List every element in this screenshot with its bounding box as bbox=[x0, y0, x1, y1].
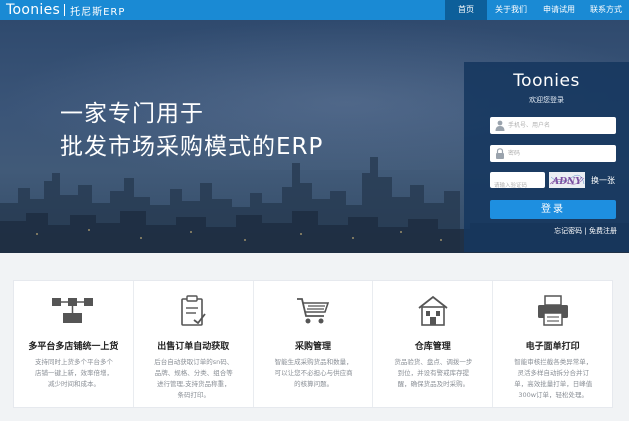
username-input[interactable] bbox=[508, 117, 614, 134]
hero-banner: 一家专门用于 批发市场采购模式的ERP Toonies 欢迎您登录 手机号、用户… bbox=[0, 20, 629, 253]
nav-home[interactable]: 首页 bbox=[445, 0, 487, 20]
forgot-password-link[interactable]: 忘记密码 bbox=[554, 227, 582, 235]
warehouse-icon bbox=[418, 295, 448, 326]
feature-description: 后台自动获取订单的sn码、品牌、规格、分类、组合等进行管理,支持货品称重，条码打… bbox=[154, 358, 234, 399]
register-link[interactable]: 免费注册 bbox=[589, 227, 617, 235]
feature-description: 支持同时上货多个平台多个店铺一键上新，效率倍增，减少时间和成本。 bbox=[35, 358, 113, 388]
feature-title: 仓库管理 bbox=[414, 342, 451, 352]
user-icon bbox=[495, 120, 505, 131]
username-field[interactable] bbox=[490, 117, 616, 134]
refresh-captcha-link[interactable]: 换一张 bbox=[591, 175, 615, 186]
link-separator: | bbox=[584, 227, 587, 235]
captcha-text: ADNY bbox=[551, 177, 583, 187]
logo-subtitle: 托尼斯ERP bbox=[70, 6, 126, 18]
password-field[interactable] bbox=[490, 145, 616, 162]
feature-cards: 多平台多店铺统一上货 支持同时上货多个平台多个店铺一键上新，效率倍增，减少时间和… bbox=[13, 280, 613, 408]
main-nav: 首页 关于我们 申请试用 联系方式 bbox=[445, 0, 629, 20]
feature-card: 多平台多店铺统一上货 支持同时上货多个平台多个店铺一键上新，效率倍增，减少时间和… bbox=[14, 281, 134, 407]
login-panel: Toonies 欢迎您登录 ADNY 换一张 登录 bbox=[464, 62, 629, 252]
brand-logo[interactable]: Toonies 托尼斯ERP bbox=[6, 1, 125, 19]
feature-title: 出售订单自动获取 bbox=[157, 342, 230, 352]
shopping-cart-icon bbox=[296, 298, 330, 324]
feature-title: 电子面单打印 bbox=[525, 342, 580, 352]
feature-card: 电子面单打印 智能审核拦截各类异常单，灵活多样自动拆分合并订单，高效批量打单，日… bbox=[493, 281, 612, 407]
nav-about[interactable]: 关于我们 bbox=[487, 0, 535, 20]
feature-title: 多平台多店铺统一上货 bbox=[28, 342, 119, 352]
captcha-image[interactable]: ADNY bbox=[549, 172, 585, 188]
login-links: 忘记密码 | 免费注册 bbox=[554, 226, 617, 236]
logo-divider bbox=[64, 4, 66, 16]
captcha-field[interactable] bbox=[490, 172, 545, 194]
network-icon bbox=[52, 298, 94, 323]
login-button[interactable]: 登录 bbox=[490, 200, 616, 219]
feature-description: 智能审核拦截各类异常单，灵活多样自动拆分合并订单，高效批量打单，日峰值300w订… bbox=[514, 358, 593, 399]
feature-card: 采购管理 智能生成采购货品和数量，可以让您不必担心与供应商的核算问题。 bbox=[254, 281, 374, 407]
captcha-input[interactable] bbox=[490, 178, 545, 194]
feature-description: 智能生成采购货品和数量，可以让您不必担心与供应商的核算问题。 bbox=[274, 358, 353, 388]
clipboard-check-icon bbox=[181, 295, 206, 326]
login-logo: Toonies bbox=[513, 71, 580, 91]
feature-card: 仓库管理 货品验货、盘点、调拨一步到位，并设有警戒库存提醒，确保货品及时采购。 bbox=[373, 281, 494, 407]
lock-icon bbox=[496, 148, 504, 159]
password-input[interactable] bbox=[508, 145, 614, 162]
printer-icon bbox=[537, 295, 568, 326]
feature-title: 采购管理 bbox=[294, 342, 331, 352]
hero-slogan-line-2: 批发市场采购模式的ERP bbox=[60, 134, 324, 160]
feature-card: 出售订单自动获取 后台自动获取订单的sn码、品牌、规格、分类、组合等进行管理,支… bbox=[134, 281, 254, 407]
logo-wordmark: Toonies bbox=[6, 2, 61, 18]
feature-description: 货品验货、盘点、调拨一步到位，并设有警戒库存提醒，确保货品及时采购。 bbox=[394, 358, 473, 388]
login-welcome-text: 欢迎您登录 bbox=[529, 96, 564, 104]
nav-contact[interactable]: 联系方式 bbox=[583, 0, 629, 20]
hero-slogan-line-1: 一家专门用于 bbox=[60, 101, 204, 127]
top-nav-bar: Toonies 托尼斯ERP 首页 关于我们 申请试用 联系方式 bbox=[0, 0, 629, 20]
nav-trial[interactable]: 申请试用 bbox=[535, 0, 583, 20]
